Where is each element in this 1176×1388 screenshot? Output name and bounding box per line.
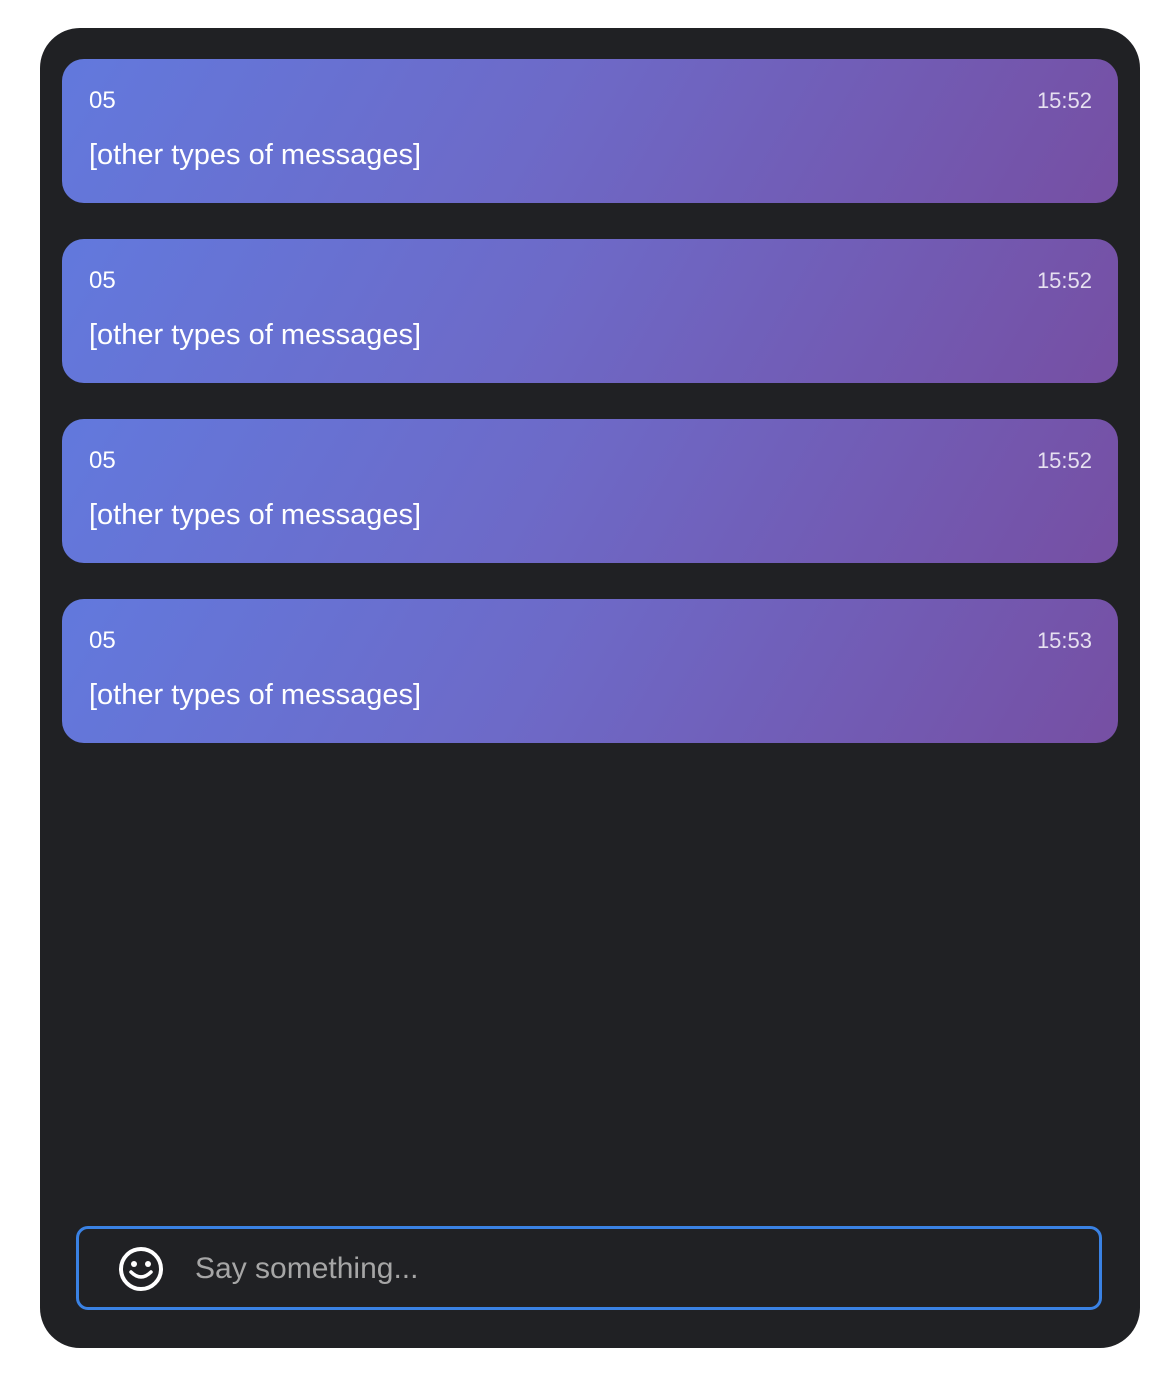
message-text: [other types of messages] — [89, 139, 422, 171]
message-bubble: 05 15:52 [other types of messages] — [62, 239, 1118, 383]
message-text: [other types of messages] — [89, 319, 422, 351]
message-username: 05 — [89, 627, 116, 654]
message-bubble: 05 15:52 [other types of messages] — [62, 59, 1118, 203]
message-bubble: 05 15:52 [other types of messages] — [62, 419, 1118, 563]
chat-panel: 05 15:52 [other types of messages] 05 15… — [40, 28, 1140, 1348]
message-text: [other types of messages] — [89, 499, 422, 531]
smiley-face-icon[interactable] — [117, 1245, 165, 1293]
message-bubble: 05 15:53 [other types of messages] — [62, 599, 1118, 743]
emoji-button[interactable] — [117, 1245, 165, 1293]
message-text: [other types of messages] — [89, 679, 422, 711]
message-list: 05 15:52 [other types of messages] 05 15… — [62, 59, 1118, 779]
message-username: 05 — [89, 87, 116, 114]
message-timestamp: 15:52 — [1036, 268, 1092, 293]
message-username: 05 — [89, 447, 116, 474]
message-input[interactable] — [195, 1239, 1075, 1299]
message-timestamp: 15:52 — [1036, 88, 1092, 113]
message-username: 05 — [89, 267, 116, 294]
message-input-bar — [76, 1226, 1102, 1310]
message-timestamp: 15:53 — [1036, 628, 1092, 653]
message-timestamp: 15:52 — [1036, 448, 1092, 473]
